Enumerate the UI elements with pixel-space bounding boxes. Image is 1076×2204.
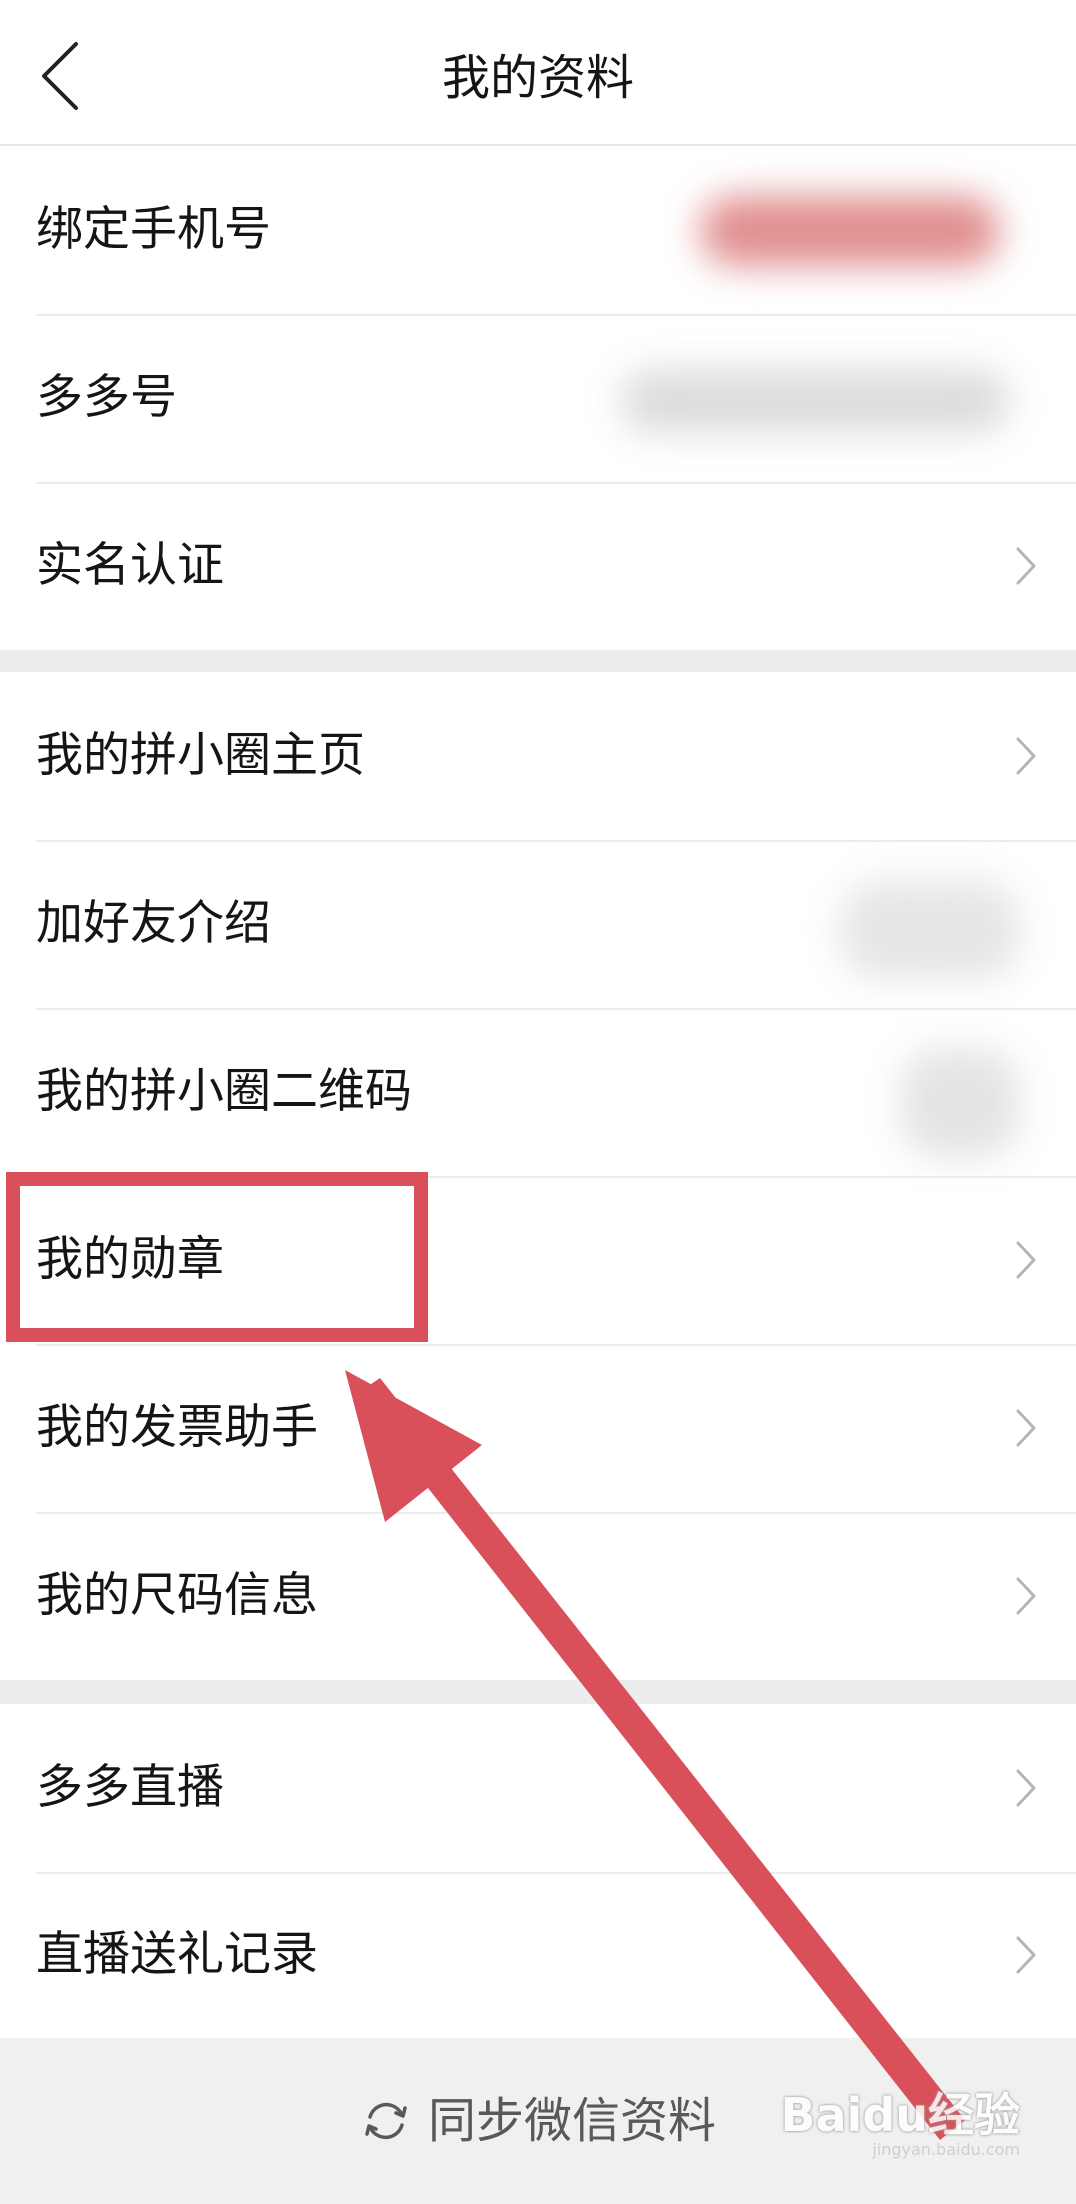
chevron-right-icon — [1012, 1573, 1040, 1619]
row-label: 直播送礼记录 — [36, 1927, 318, 1982]
row-label: 多多直播 — [36, 1760, 224, 1815]
row-gift-records[interactable]: 直播送礼记录 — [0, 1872, 1076, 2038]
qrcode-value-redacted — [900, 1048, 1020, 1158]
chevron-right-icon — [1012, 1405, 1040, 1451]
duoduo-id-value-redacted — [620, 369, 1010, 433]
row-size-info[interactable]: 我的尺码信息 — [0, 1512, 1076, 1680]
row-label: 加好友介绍 — [36, 896, 271, 951]
row-label: 我的勋章 — [36, 1232, 224, 1287]
row-real-name[interactable]: 实名认证 — [0, 482, 1076, 650]
chevron-right-icon — [1012, 1932, 1040, 1978]
chevron-right-icon — [1012, 1237, 1040, 1283]
row-bind-phone[interactable]: 绑定手机号 — [0, 146, 1076, 314]
account-group: 绑定手机号 多多号 实名认证 — [0, 146, 1076, 650]
social-group: 我的拼小圈主页 加好友介绍 我的拼小圈二维码 我的勋章 我的发票助手 我的尺码信… — [0, 672, 1076, 1680]
row-label: 多多号 — [36, 370, 177, 425]
row-label: 我的拼小圈主页 — [36, 728, 365, 783]
row-circle-qrcode[interactable]: 我的拼小圈二维码 — [0, 1008, 1076, 1176]
row-label: 我的拼小圈二维码 — [36, 1064, 412, 1119]
row-friend-intro[interactable]: 加好友介绍 — [0, 840, 1076, 1008]
sync-label: 同步微信资料 — [427, 2093, 716, 2149]
friend-intro-value-redacted — [840, 880, 1020, 980]
row-duoduo-id[interactable]: 多多号 — [0, 314, 1076, 482]
row-label: 绑定手机号 — [36, 202, 271, 257]
live-group: 多多直播 直播送礼记录 — [0, 1704, 1076, 2038]
phone-value-redacted — [700, 196, 1000, 266]
row-label: 我的尺码信息 — [36, 1568, 318, 1623]
bottom-bar: 同步微信资料 — [0, 2038, 1076, 2204]
sync-wechat-button[interactable]: 同步微信资料 — [0, 2038, 1076, 2204]
chevron-right-icon — [1012, 1765, 1040, 1811]
row-label: 我的发票助手 — [36, 1400, 318, 1455]
row-invoice-assistant[interactable]: 我的发票助手 — [0, 1344, 1076, 1512]
chevron-right-icon — [1012, 543, 1040, 589]
row-circle-home[interactable]: 我的拼小圈主页 — [0, 672, 1076, 840]
row-my-medals[interactable]: 我的勋章 — [0, 1176, 1076, 1344]
row-live[interactable]: 多多直播 — [0, 1704, 1076, 1872]
section-divider — [0, 1680, 1076, 1704]
section-divider — [0, 650, 1076, 672]
page-title: 我的资料 — [441, 50, 634, 106]
refresh-icon — [365, 2102, 407, 2140]
nav-header: 我的资料 — [0, 0, 1076, 146]
row-label: 实名认证 — [36, 538, 224, 593]
chevron-right-icon — [1012, 733, 1040, 779]
